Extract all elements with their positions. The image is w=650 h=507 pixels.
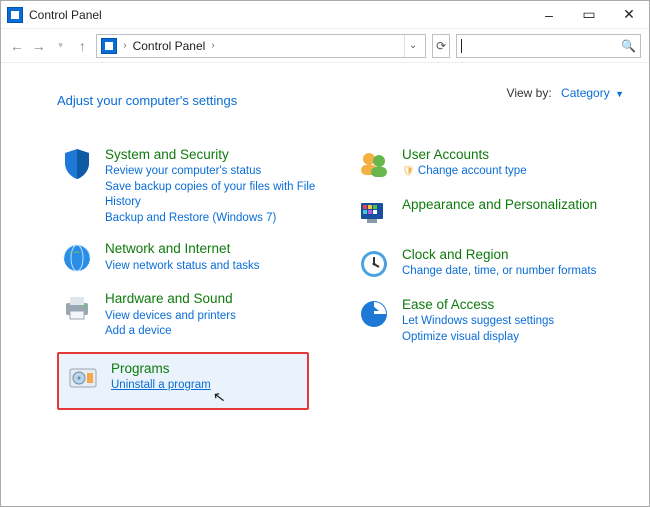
change-account-type-link[interactable]: 🛡 Change account type (402, 164, 527, 180)
search-input[interactable] (462, 39, 617, 53)
address-bar[interactable]: › Control Panel › ⌄ (96, 34, 426, 58)
add-device-link[interactable]: Add a device (105, 324, 236, 340)
view-by-selector[interactable]: View by: Category ▼ (507, 86, 624, 100)
forward-button[interactable]: → (31, 35, 47, 57)
appearance-link[interactable]: Appearance and Personalization (402, 196, 597, 214)
breadcrumb-root[interactable]: Control Panel (133, 39, 206, 53)
title-bar: Control Panel – ▭ ✕ (1, 1, 649, 29)
network-item: Network and Internet View network status… (57, 238, 334, 278)
file-history-link[interactable]: Save backup copies of your files with Fi… (105, 180, 332, 211)
ease-of-access-icon (356, 296, 392, 332)
chevron-down-icon: ▼ (615, 89, 624, 99)
back-button[interactable]: ← (9, 35, 25, 57)
globe-icon (59, 240, 95, 276)
refresh-button[interactable]: ⟳ (432, 34, 450, 58)
programs-icon (65, 360, 101, 396)
devices-printers-link[interactable]: View devices and printers (105, 309, 236, 325)
programs-link[interactable]: Programs (111, 360, 211, 378)
ease-of-access-link[interactable]: Ease of Access (402, 296, 554, 314)
ease-of-access-item: Ease of Access Let Windows suggest setti… (354, 294, 631, 347)
shield-icon (59, 146, 95, 182)
control-panel-icon (7, 7, 23, 23)
user-accounts-item: User Accounts 🛡 Change account type (354, 144, 631, 184)
maximize-button[interactable]: ▭ (569, 1, 609, 29)
uninstall-program-link[interactable]: Uninstall a program (111, 378, 211, 394)
clock-region-item: Clock and Region Change date, time, or n… (354, 244, 631, 284)
optimize-display-link[interactable]: Optimize visual display (402, 330, 554, 346)
hardware-item: Hardware and Sound View devices and prin… (57, 288, 334, 341)
clock-region-link[interactable]: Clock and Region (402, 246, 596, 264)
view-by-label: View by: (507, 86, 552, 100)
minimize-button[interactable]: – (529, 1, 569, 29)
network-status-link[interactable]: View network status and tasks (105, 259, 259, 275)
view-by-value[interactable]: Category (561, 86, 610, 100)
system-security-link[interactable]: System and Security (105, 146, 332, 164)
appearance-icon (356, 196, 392, 232)
backup-restore-link[interactable]: Backup and Restore (Windows 7) (105, 211, 332, 227)
programs-item: Programs Uninstall a program (63, 358, 303, 398)
change-account-label: Change account type (418, 165, 527, 177)
window-controls: – ▭ ✕ (529, 1, 649, 29)
appearance-item: Appearance and Personalization (354, 194, 631, 234)
search-icon: 🔍 (617, 39, 636, 53)
change-formats-link[interactable]: Change date, time, or number formats (402, 264, 596, 280)
users-icon (356, 146, 392, 182)
search-box[interactable]: 🔍 (456, 34, 641, 58)
control-panel-addr-icon (101, 38, 117, 54)
category-columns: System and Security Review your computer… (1, 144, 649, 410)
right-column: User Accounts 🛡 Change account type Appe… (354, 144, 631, 410)
left-column: System and Security Review your computer… (57, 144, 334, 410)
suggest-settings-link[interactable]: Let Windows suggest settings (402, 314, 554, 330)
shield-badge-icon: 🛡 (402, 166, 415, 177)
close-button[interactable]: ✕ (609, 1, 649, 29)
window-title: Control Panel (29, 8, 102, 22)
chevron-icon: › (209, 40, 216, 51)
clock-icon (356, 246, 392, 282)
address-dropdown[interactable]: ⌄ (404, 35, 421, 57)
navigation-row: ← → ▾ ↑ › Control Panel › ⌄ ⟳ 🔍 (1, 29, 649, 63)
system-security-item: System and Security Review your computer… (57, 144, 334, 228)
printer-icon (59, 290, 95, 326)
review-status-link[interactable]: Review your computer's status (105, 164, 332, 180)
chevron-icon: › (121, 40, 128, 51)
hardware-link[interactable]: Hardware and Sound (105, 290, 236, 308)
recent-dropdown[interactable]: ▾ (53, 35, 69, 57)
up-button[interactable]: ↑ (74, 35, 90, 57)
user-accounts-link[interactable]: User Accounts (402, 146, 527, 164)
network-link[interactable]: Network and Internet (105, 240, 259, 258)
programs-highlight: Programs Uninstall a program ↖ (57, 352, 309, 410)
